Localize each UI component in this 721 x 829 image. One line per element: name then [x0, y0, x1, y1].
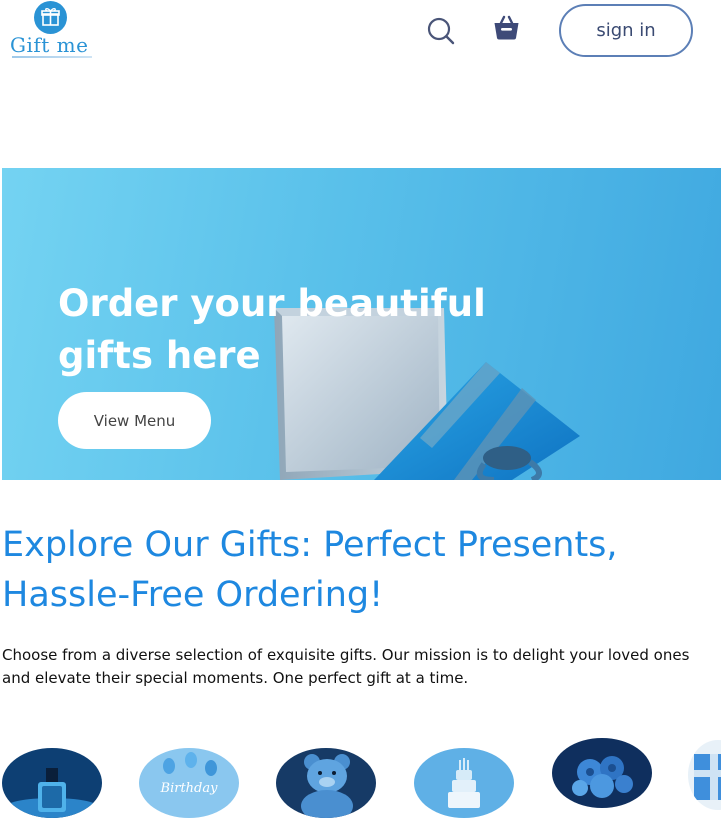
birthday-image: Birthday — [139, 748, 239, 818]
perfume-image — [2, 748, 102, 818]
logo[interactable]: Gift me — [10, 0, 95, 62]
gift-icon — [41, 8, 60, 26]
logo-underline — [12, 56, 92, 58]
hero-banner: Order your beautiful gifts here View Men… — [2, 168, 721, 480]
birthday-label: Birthday — [160, 781, 219, 796]
explore-description: Choose from a diverse selection of exqui… — [2, 646, 690, 687]
logo-text: Gift me — [10, 33, 89, 57]
cart-icon[interactable] — [493, 14, 520, 41]
view-menu-button[interactable]: View Menu — [58, 392, 211, 449]
logo-badge — [34, 1, 67, 34]
category-birthday[interactable]: Birthday — [139, 748, 239, 818]
flowers-image — [552, 738, 652, 808]
sign-in-button[interactable]: sign in — [559, 4, 693, 57]
category-flowers[interactable] — [552, 738, 652, 808]
category-cake[interactable] — [414, 748, 514, 818]
category-perfume[interactable] — [2, 748, 102, 818]
teddy-bear-image — [276, 748, 376, 818]
hero-title: Order your beautiful gifts here — [58, 282, 486, 377]
category-teddy-bear[interactable] — [276, 748, 376, 818]
gift-box-image — [688, 740, 721, 810]
cake-image — [414, 748, 514, 818]
explore-heading: Explore Our Gifts: Perfect Presents, Has… — [2, 525, 618, 615]
search-icon[interactable] — [427, 17, 455, 45]
page: Gift me sign in Order your beautiful gif… — [0, 0, 721, 829]
category-gift-box[interactable] — [688, 740, 721, 810]
